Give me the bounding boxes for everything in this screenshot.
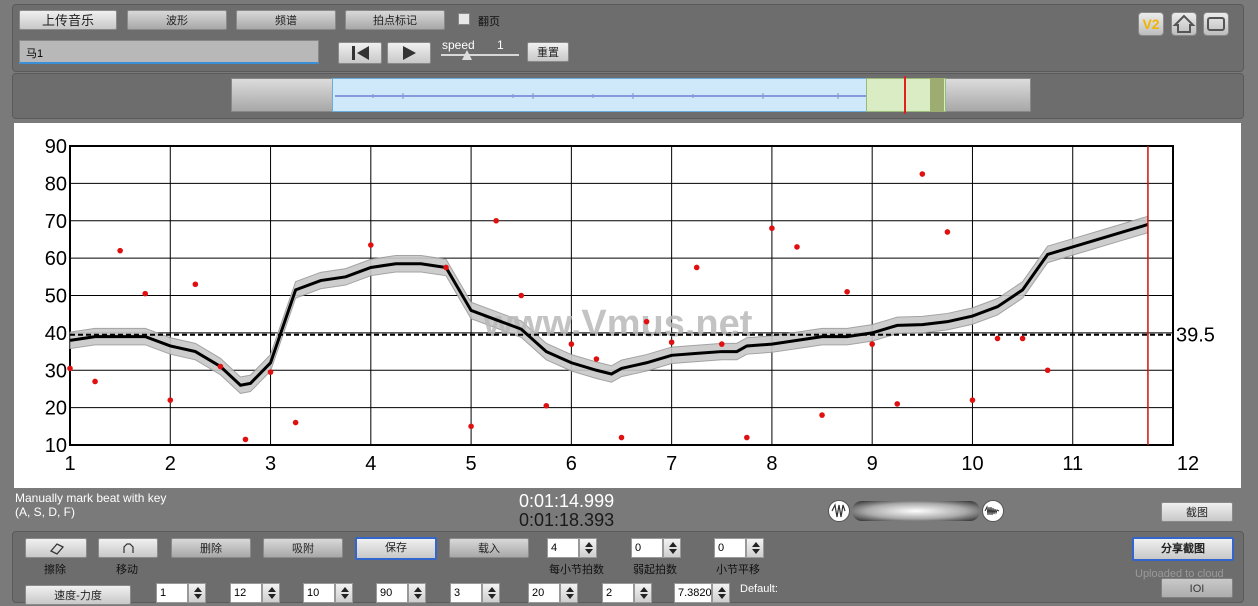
param-7-value[interactable]: 2 — [602, 583, 634, 603]
volume-track[interactable] — [852, 501, 980, 521]
pickup-label: 弱起拍数 — [633, 564, 677, 576]
beat-mark-button[interactable]: 拍点标记 — [345, 10, 445, 30]
total-time: 0:01:18.393 — [519, 510, 615, 530]
rewind-to-start-button[interactable] — [338, 42, 382, 64]
home-icon — [1172, 14, 1196, 33]
bar-shift-label: 小节平移 — [716, 564, 760, 576]
fullscreen-button[interactable] — [1203, 12, 1229, 36]
beats-per-bar-label: 每小节拍数 — [549, 564, 604, 576]
bar-shift-arrows[interactable] — [746, 538, 764, 558]
page-flip-checkbox[interactable] — [458, 13, 470, 25]
hand-icon — [123, 543, 134, 553]
wave-high-icon — [982, 500, 1004, 522]
param-2-value[interactable]: 12 — [230, 583, 262, 603]
beats-per-bar-arrows[interactable] — [579, 538, 597, 558]
bar-shift-value[interactable]: 0 — [714, 538, 746, 558]
param-2-arrows[interactable] — [262, 583, 280, 603]
screen-icon — [1207, 17, 1225, 31]
chart-area — [14, 123, 1241, 488]
reset-button[interactable]: 重置 — [527, 42, 569, 62]
eraser-icon — [49, 543, 65, 555]
param-1-arrows[interactable] — [188, 583, 206, 603]
share-screenshot-button[interactable]: 分享截图 — [1132, 537, 1234, 561]
play-button[interactable] — [387, 42, 431, 64]
play-icon — [403, 46, 416, 60]
speed-force-button[interactable]: 速度-力度 — [25, 585, 131, 605]
wave-low-icon — [828, 500, 850, 522]
ioi-button[interactable]: IOI — [1161, 578, 1233, 598]
volume-control[interactable] — [826, 499, 1004, 523]
waveform-button[interactable]: 波形 — [127, 10, 227, 30]
erase-tool-button[interactable] — [25, 538, 87, 558]
speed-slider-track[interactable] — [441, 54, 519, 56]
pickup-arrows[interactable] — [663, 538, 681, 558]
hint-line-1: Manually mark beat with key — [15, 491, 167, 505]
param-3-arrows[interactable] — [335, 583, 353, 603]
beats-per-bar-value[interactable]: 4 — [547, 538, 579, 558]
overview-playhead[interactable] — [904, 76, 906, 114]
param-8-arrows[interactable] — [712, 583, 730, 603]
param-6-value[interactable]: 20 — [528, 583, 560, 603]
overview-view-edge — [930, 78, 944, 112]
param-6-arrows[interactable] — [560, 583, 578, 603]
home-button[interactable] — [1171, 12, 1197, 36]
param-5-arrows[interactable] — [482, 583, 500, 603]
delete-button[interactable]: 删除 — [171, 538, 251, 558]
param-4-arrows[interactable] — [408, 583, 426, 603]
param-3-value[interactable]: 10 — [303, 583, 335, 603]
hint-line-2: (A, S, D, F) — [15, 505, 75, 519]
move-tool-label: 移动 — [116, 564, 138, 576]
upload-music-button[interactable]: 上传音乐 — [19, 10, 117, 30]
param-1-value[interactable]: 1 — [156, 583, 188, 603]
param-5-value[interactable]: 3 — [450, 583, 482, 603]
skip-back-icon — [352, 46, 369, 60]
current-time: 0:01:14.999 — [519, 491, 615, 511]
erase-tool-label: 擦除 — [44, 564, 66, 576]
param-4-value[interactable]: 90 — [376, 583, 408, 603]
page-flip-label: 翻页 — [478, 16, 500, 28]
snap-button[interactable]: 吸附 — [263, 538, 343, 558]
screenshot-button[interactable]: 截图 — [1161, 502, 1233, 522]
waveform-line — [335, 93, 866, 99]
speed-slider-thumb[interactable] — [462, 50, 472, 60]
load-button[interactable]: 载入 — [449, 538, 529, 558]
save-button[interactable]: 保存 — [355, 537, 437, 560]
v2-button[interactable]: V2 — [1138, 12, 1164, 36]
move-tool-button[interactable] — [98, 538, 158, 558]
song-name-text: 马1 — [26, 48, 44, 60]
overview-waveform[interactable] — [332, 78, 867, 112]
param-7-arrows[interactable] — [634, 583, 652, 603]
speed-value: 1 — [497, 38, 504, 52]
default-label: Default: — [740, 583, 778, 595]
pickup-value[interactable]: 0 — [631, 538, 663, 558]
spectrum-button[interactable]: 频谱 — [236, 10, 336, 30]
param-8-value[interactable]: 7.3820 — [674, 583, 712, 603]
song-name-field[interactable]: 马1 — [19, 40, 319, 64]
